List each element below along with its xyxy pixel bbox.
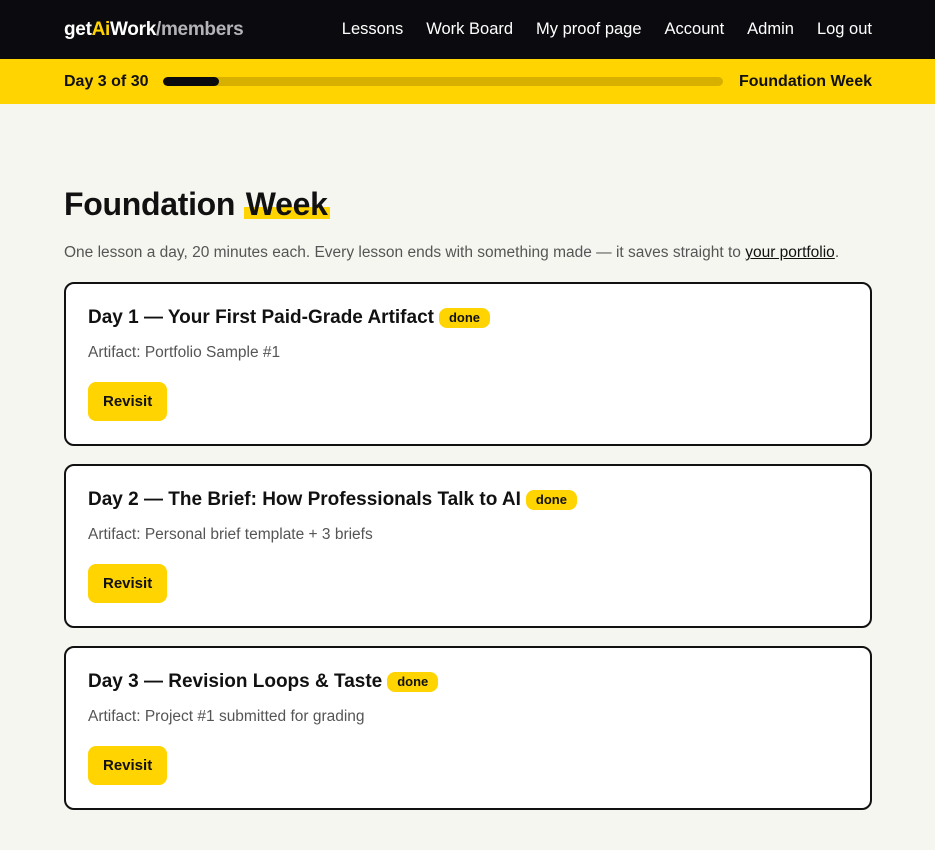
nav-link-work-board[interactable]: Work Board (426, 20, 513, 39)
logo-part-members: /members (155, 18, 244, 40)
revisit-button[interactable]: Revisit (88, 746, 168, 785)
status-badge: done (525, 490, 577, 510)
lesson-artifact: Artifact: Personal brief template + 3 br… (88, 526, 373, 543)
nav-link-lessons[interactable]: Lessons (342, 20, 403, 39)
lesson-card: Day 1 — Your First Paid-Grade Artifact d… (64, 282, 872, 446)
page-title-main: Foundation (64, 186, 244, 222)
logo-part-get: get (64, 18, 92, 40)
lesson-title: Day 1 — Your First Paid-Grade Artifact (88, 307, 434, 328)
brand-logo[interactable]: getAiWork/members (64, 18, 244, 41)
lesson-title-row: Day 2 — The Brief: How Professionals Tal… (88, 488, 848, 512)
status-badge: done (387, 672, 439, 692)
progress-fill (163, 77, 220, 86)
progress-week-label: Foundation Week (738, 72, 872, 90)
lesson-list: Day 1 — Your First Paid-Grade Artifact d… (64, 282, 872, 810)
main-content: Foundation Week One lesson a day, 20 min… (0, 185, 935, 810)
portfolio-link[interactable]: your portfolio (745, 244, 835, 261)
logo-part-work: Work (110, 18, 156, 40)
lesson-artifact: Artifact: Portfolio Sample #1 (88, 344, 281, 361)
nav-link-admin[interactable]: Admin (747, 20, 794, 39)
page-intro-text: One lesson a day, 20 minutes each. Every… (64, 244, 746, 261)
revisit-button[interactable]: Revisit (88, 564, 168, 603)
revisit-button[interactable]: Revisit (88, 382, 168, 421)
nav-link-my-proof-page[interactable]: My proof page (536, 20, 641, 39)
status-badge: done (438, 308, 491, 328)
lesson-title-row: Day 3 — Revision Loops & Taste done (88, 670, 848, 694)
progress-track (163, 77, 723, 86)
nav-links: Lessons Work Board My proof page Account… (342, 20, 872, 39)
top-navigation: getAiWork/members Lessons Work Board My … (0, 0, 935, 59)
lesson-artifact: Artifact: Project #1 submitted for gradi… (88, 708, 365, 725)
lesson-card: Day 3 — Revision Loops & Taste done Arti… (64, 646, 872, 810)
page-intro: One lesson a day, 20 minutes each. Every… (64, 242, 872, 264)
page-intro-end: . (834, 244, 840, 261)
logo-part-ai: Ai (91, 18, 111, 40)
page-title-highlight: Week (243, 186, 330, 222)
lesson-card: Day 2 — The Brief: How Professionals Tal… (64, 464, 872, 628)
page-title: Foundation Week (64, 185, 872, 223)
lesson-title: Day 3 — Revision Loops & Taste (88, 671, 383, 692)
nav-link-log-out[interactable]: Log out (817, 20, 872, 39)
progress-day-label: Day 3 of 30 (64, 72, 149, 90)
progress-strip: Day 3 of 30 Foundation Week (0, 59, 935, 104)
lesson-title-row: Day 1 — Your First Paid-Grade Artifact d… (88, 306, 848, 330)
lesson-title: Day 2 — The Brief: How Professionals Tal… (88, 489, 521, 510)
nav-link-account[interactable]: Account (665, 20, 725, 39)
